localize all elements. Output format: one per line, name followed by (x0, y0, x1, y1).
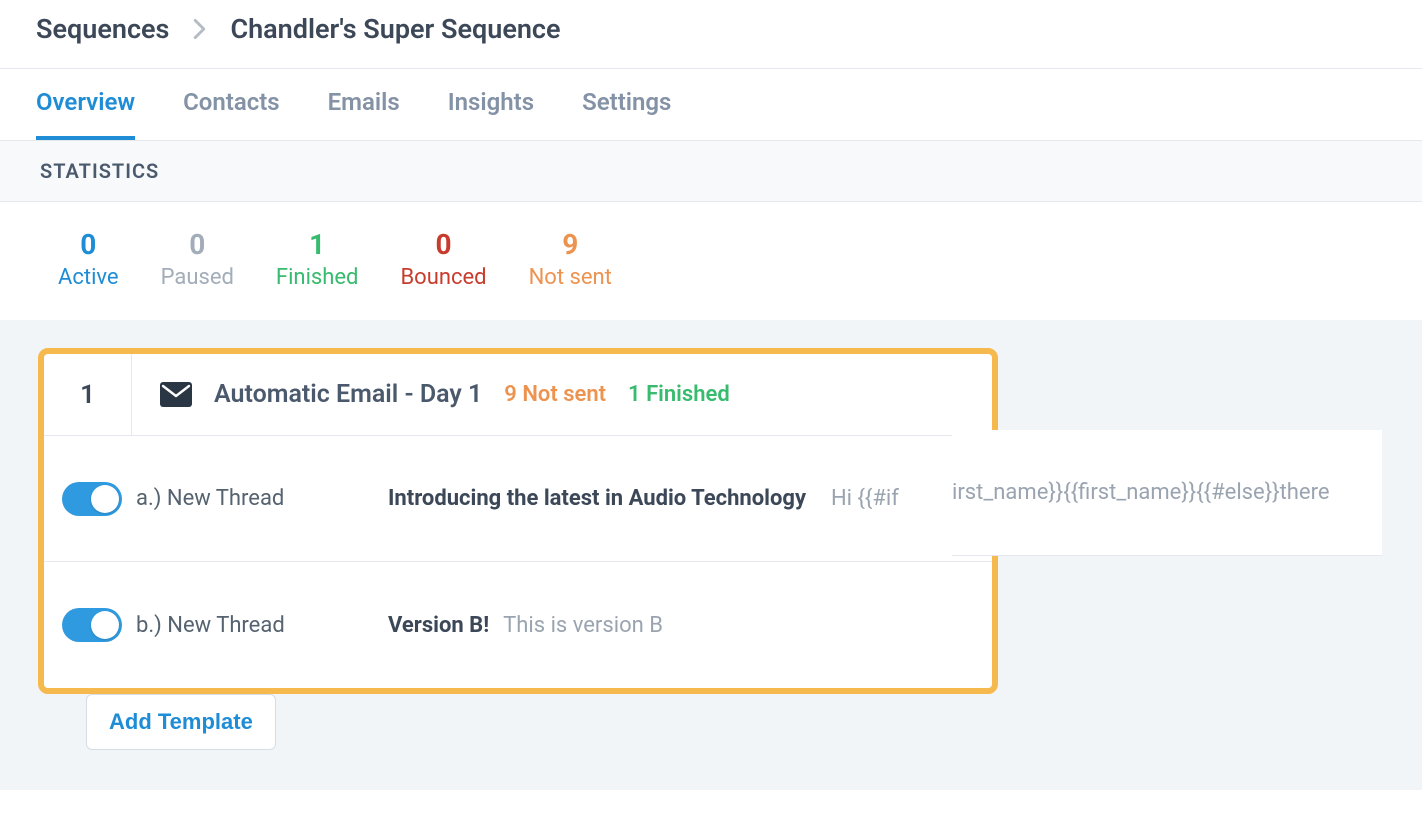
chevron-right-icon (193, 19, 206, 39)
variant-preview: This is version B (503, 613, 663, 638)
variant-row-a[interactable]: a.) New Thread Introducing the latest in… (44, 436, 992, 562)
toggle-variant-b[interactable] (62, 608, 122, 642)
stat-value: 0 (435, 228, 451, 261)
stat-label: Paused (161, 265, 234, 290)
step-status: 9 Not sent 1 Finished (504, 382, 729, 407)
email-icon (160, 382, 192, 407)
variant-subject: Version B! (388, 613, 489, 638)
tab-overview[interactable]: Overview (36, 88, 135, 140)
step-highlight: 1 Automatic Email - Day 1 9 Not sent 1 F… (38, 348, 998, 694)
breadcrumb-root[interactable]: Sequences (36, 13, 169, 45)
tabs: Overview Contacts Emails Insights Settin… (0, 69, 1422, 141)
stat-value: 0 (80, 228, 96, 261)
stat-label: Finished (276, 265, 359, 290)
variant-preview: Hi {{#if (820, 486, 899, 511)
variant-subject: Introducing the latest in Audio Technolo… (388, 486, 806, 511)
stat-label: Bounced (400, 265, 486, 290)
tab-emails[interactable]: Emails (328, 88, 400, 140)
variant-label: b.) New Thread (136, 613, 388, 638)
tab-settings[interactable]: Settings (582, 88, 671, 140)
status-finished: 1 Finished (628, 382, 730, 407)
stat-value: 9 (562, 228, 578, 261)
toggle-variant-a[interactable] (62, 482, 122, 516)
tab-insights[interactable]: Insights (448, 88, 534, 140)
variant-label: a.) New Thread (136, 486, 388, 511)
statistics-header: STATISTICS (0, 141, 1422, 202)
status-not-sent: 9 Not sent (504, 382, 606, 407)
step-card: 1 Automatic Email - Day 1 9 Not sent 1 F… (44, 354, 992, 688)
stat-label: Not sent (529, 265, 612, 290)
stat-paused[interactable]: 0 Paused (161, 228, 234, 290)
workspace: 1 Automatic Email - Day 1 9 Not sent 1 F… (0, 320, 1422, 790)
breadcrumb-current: Chandler's Super Sequence (230, 13, 560, 45)
variant-row-b[interactable]: b.) New Thread Version B! This is versio… (44, 562, 992, 688)
stat-label: Active (58, 265, 119, 290)
tab-contacts[interactable]: Contacts (183, 88, 280, 140)
step-title: Automatic Email - Day 1 (214, 380, 482, 409)
stat-not-sent[interactable]: 9 Not sent (529, 228, 612, 290)
stat-value: 0 (189, 228, 205, 261)
stat-active[interactable]: 0 Active (58, 228, 119, 290)
breadcrumb: Sequences Chandler's Super Sequence (0, 0, 1422, 58)
step-number: 1 (44, 354, 132, 436)
statistics-row: 0 Active 0 Paused 1 Finished 0 Bounced 9… (0, 202, 1422, 320)
variant-preview-overflow: irst_name}}{{first_name}}{{#else}}there (952, 430, 1382, 556)
add-template-button[interactable]: Add Template (86, 694, 276, 750)
stat-finished[interactable]: 1 Finished (276, 228, 359, 290)
step-header[interactable]: 1 Automatic Email - Day 1 9 Not sent 1 F… (44, 354, 992, 436)
stat-value: 1 (309, 228, 325, 261)
stat-bounced[interactable]: 0 Bounced (400, 228, 486, 290)
